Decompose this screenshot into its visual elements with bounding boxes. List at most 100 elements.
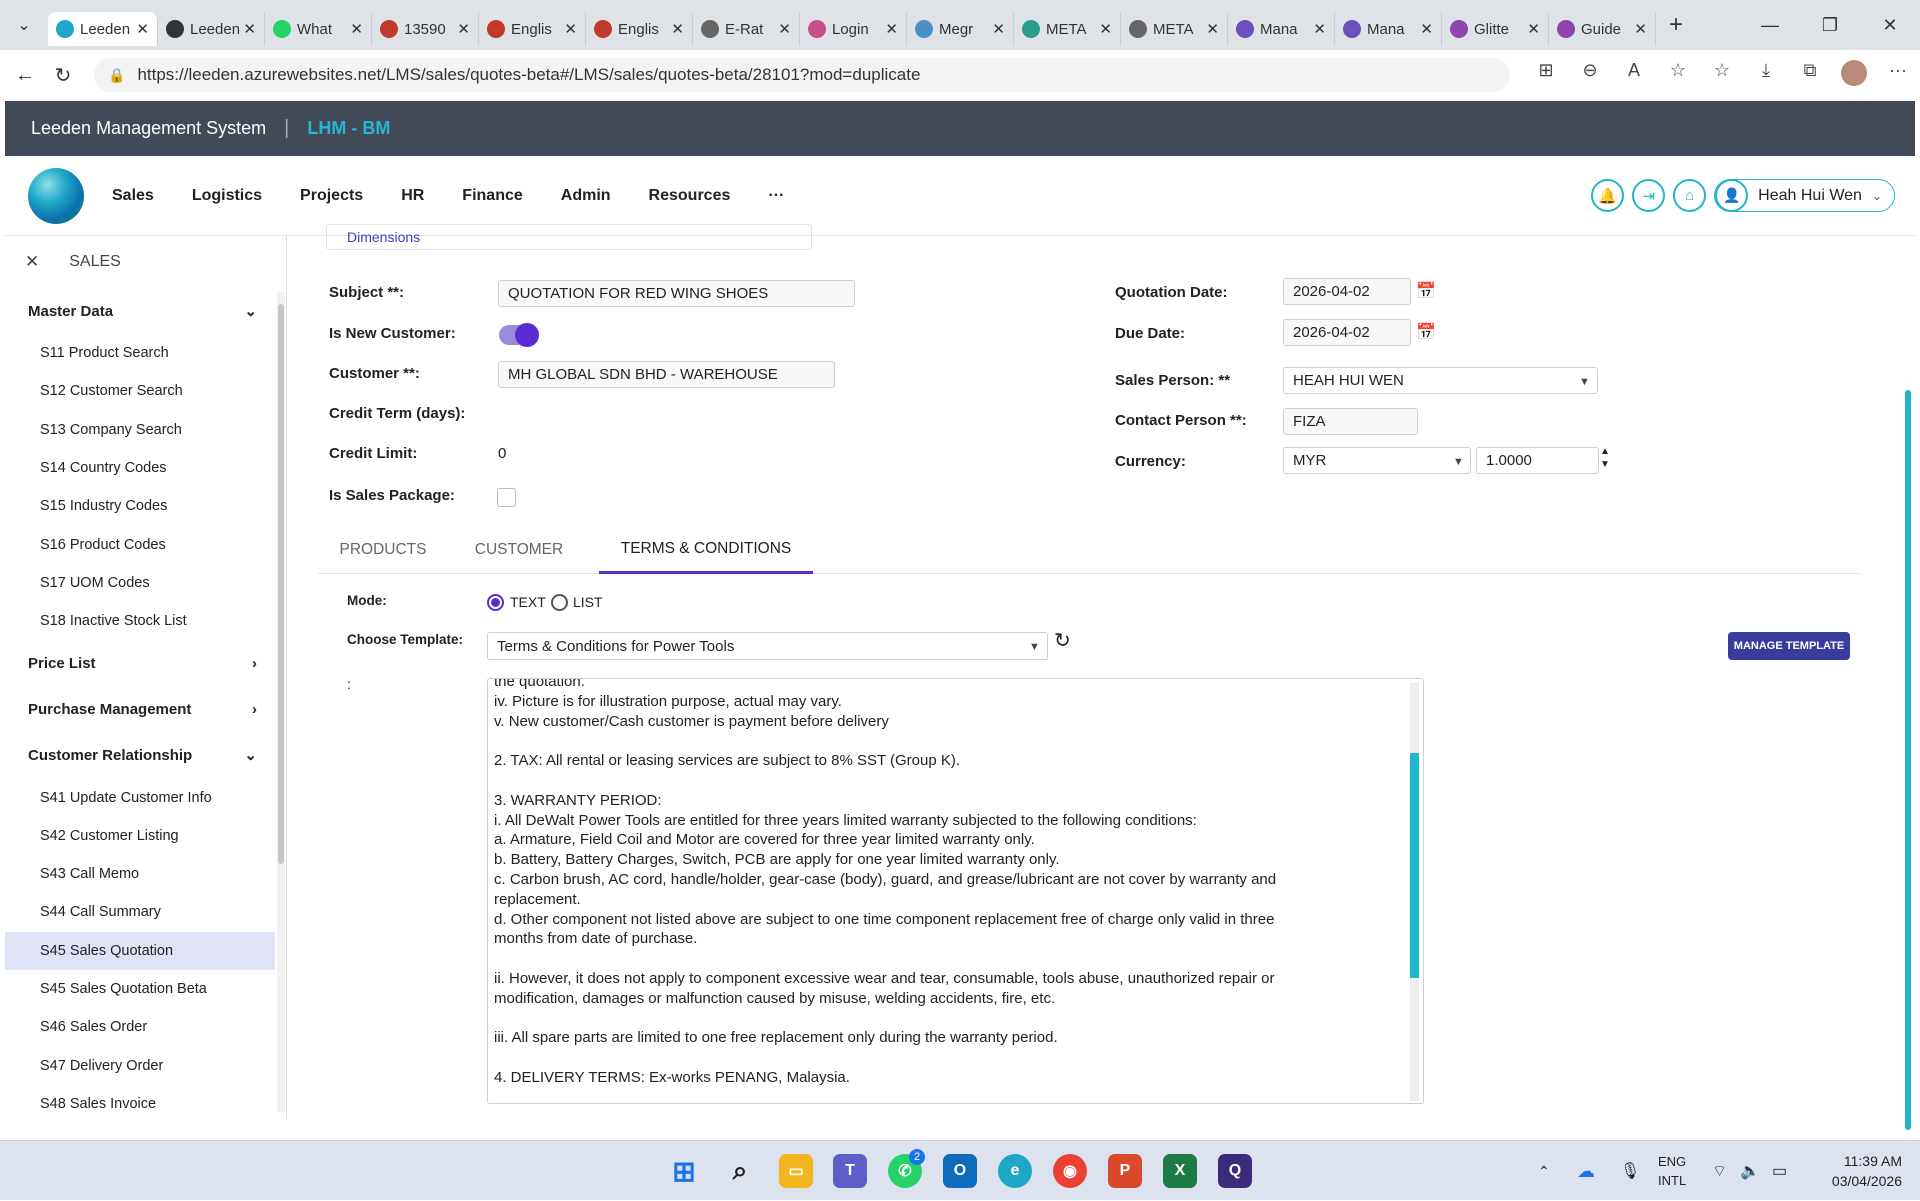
screenshot-icon[interactable]: ⧉: [1788, 60, 1832, 91]
restore-icon[interactable]: ❐: [1800, 15, 1860, 36]
sidebar-item[interactable]: S46 Sales Order: [5, 1008, 275, 1046]
browser-tab[interactable]: Englis ✕: [479, 12, 586, 46]
manage-template-button[interactable]: MANAGE TEMPLATE: [1728, 632, 1850, 660]
browser-tab[interactable]: Mana ✕: [1228, 12, 1335, 46]
favorite-star-icon[interactable]: ☆: [1656, 60, 1700, 91]
sidebar-item[interactable]: S43 Call Memo: [5, 855, 275, 893]
sidebar-item[interactable]: S41 Update Customer Info: [5, 778, 275, 816]
browser-tab[interactable]: Glitte ✕: [1442, 12, 1549, 46]
browser-tab[interactable]: Leeden ✕: [48, 12, 158, 46]
sidebar-item[interactable]: S18 Inactive Stock List: [5, 602, 275, 640]
sidebar-item[interactable]: S13 Company Search: [5, 411, 275, 449]
tab-terms-conditions[interactable]: TERMS & CONDITIONS: [599, 526, 813, 574]
sidebar-item[interactable]: S17 UOM Codes: [5, 564, 275, 602]
sidebar-item[interactable]: S14 Country Codes: [5, 449, 275, 487]
back-arrow-icon[interactable]: ←: [6, 64, 44, 87]
user-menu[interactable]: 👤 Heah Hui Wen ⌄: [1714, 179, 1895, 212]
browser-tab[interactable]: Megr ✕: [907, 12, 1014, 46]
close-tab-icon[interactable]: ✕: [457, 20, 470, 38]
nav-admin[interactable]: Admin: [561, 187, 611, 205]
sidebar-item[interactable]: S47 Delivery Order: [5, 1046, 275, 1084]
quotation-date-input[interactable]: 2026-04-02: [1283, 278, 1411, 305]
terms-scrollbar[interactable]: [1410, 683, 1419, 1101]
microphone-icon[interactable]: 🎙: [1620, 1141, 1640, 1201]
onedrive-icon[interactable]: ☁: [1577, 1141, 1595, 1201]
mode-text-radio[interactable]: [487, 594, 504, 611]
sidebar-item[interactable]: S48 Sales Invoice: [5, 1085, 275, 1120]
browser-tab[interactable]: Guide ✕: [1549, 12, 1656, 46]
logout-icon[interactable]: ⇥: [1632, 179, 1666, 212]
browser-menu-icon[interactable]: ···: [1876, 60, 1920, 91]
tab-customer[interactable]: CUSTOMER: [448, 526, 590, 574]
sidebar-item[interactable]: S45 Sales Quotation Beta: [5, 970, 275, 1008]
show-hidden-icons-icon[interactable]: ⌃: [1538, 1141, 1550, 1201]
zoom-icon[interactable]: ⊖: [1568, 60, 1612, 91]
calendar-icon[interactable]: 📅: [1416, 281, 1436, 301]
sidebar-section[interactable]: Customer Relationship ⌄: [5, 732, 275, 778]
close-tab-icon[interactable]: ✕: [1634, 20, 1647, 38]
nav-logistics[interactable]: Logistics: [192, 187, 262, 205]
system-clock[interactable]: 11:39 AM 03/04/2026: [1832, 1151, 1902, 1191]
spinner-arrows-icon[interactable]: ▲ ▼: [1600, 445, 1610, 471]
close-tab-icon[interactable]: ✕: [778, 20, 791, 38]
close-tab-icon[interactable]: ✕: [1527, 20, 1540, 38]
home-icon[interactable]: ⌂: [1673, 179, 1707, 212]
sales-person-select[interactable]: HEAH HUI WEN: [1283, 367, 1598, 394]
close-tab-icon[interactable]: ✕: [1313, 20, 1326, 38]
mode-list-label[interactable]: LIST: [573, 594, 603, 610]
app-icon[interactable]: Q: [1218, 1154, 1252, 1188]
nav-projects[interactable]: Projects: [300, 187, 363, 205]
terms-textarea[interactable]: the quotation. iv. Picture is for illust…: [487, 678, 1424, 1104]
browser-tab[interactable]: Englis ✕: [586, 12, 693, 46]
close-tab-icon[interactable]: ✕: [564, 20, 577, 38]
sidebar-section[interactable]: Purchase Management ›: [5, 686, 275, 732]
currency-select[interactable]: MYR: [1283, 447, 1471, 474]
dimensions-dropdown[interactable]: Dimensions: [326, 224, 812, 250]
nav-resources[interactable]: Resources: [649, 187, 731, 205]
outlook-icon[interactable]: O: [943, 1154, 977, 1188]
nav-hr[interactable]: HR: [401, 187, 424, 205]
customer-input[interactable]: MH GLOBAL SDN BHD - WAREHOUSE: [498, 361, 835, 388]
close-sidebar-icon[interactable]: ✕: [25, 252, 39, 272]
close-tab-icon[interactable]: ✕: [1206, 20, 1219, 38]
template-select[interactable]: Terms & Conditions for Power Tools: [487, 632, 1048, 660]
site-info-icon[interactable]: 🔒: [108, 67, 125, 84]
mode-text-label[interactable]: TEXT: [510, 594, 546, 610]
mode-list-radio[interactable]: [551, 594, 568, 611]
due-date-input[interactable]: 2026-04-02: [1283, 319, 1411, 346]
url-field[interactable]: 🔒 https://leeden.azurewebsites.net/LMS/s…: [94, 58, 1510, 92]
nav-finance[interactable]: Finance: [462, 187, 522, 205]
sidebar-item[interactable]: S44 Call Summary: [5, 893, 275, 931]
new-tab-button[interactable]: +: [1656, 11, 1696, 39]
chrome-icon[interactable]: ◉: [1053, 1154, 1087, 1188]
downloads-icon[interactable]: ⤓: [1744, 60, 1788, 91]
browser-tab[interactable]: Leeden ✕: [158, 12, 265, 46]
reload-icon[interactable]: ↻: [44, 63, 82, 88]
browser-tab[interactable]: 13590 ✕: [372, 12, 479, 46]
teams-icon[interactable]: T: [833, 1154, 867, 1188]
sidebar-item[interactable]: S16 Product Codes: [5, 525, 275, 563]
sidebar-item[interactable]: S12 Customer Search: [5, 372, 275, 410]
sidebar-item[interactable]: S15 Industry Codes: [5, 487, 275, 525]
close-tab-icon[interactable]: ✕: [350, 20, 363, 38]
nav-more[interactable]: ···: [768, 187, 784, 205]
notification-bell-icon[interactable]: 🔔: [1591, 179, 1625, 212]
browser-tab[interactable]: Login ✕: [800, 12, 907, 46]
browser-tab[interactable]: What ✕: [265, 12, 372, 46]
app-available-icon[interactable]: ⊞: [1524, 60, 1568, 91]
close-window-icon[interactable]: ✕: [1860, 15, 1920, 36]
sidebar-item[interactable]: S42 Customer Listing: [5, 817, 275, 855]
nav-sales[interactable]: Sales: [112, 187, 154, 205]
close-tab-icon[interactable]: ✕: [671, 20, 684, 38]
wifi-icon[interactable]: ⌔: [1712, 1141, 1727, 1201]
close-tab-icon[interactable]: ✕: [1099, 20, 1112, 38]
browser-tab[interactable]: E-Rat ✕: [693, 12, 800, 46]
sidebar-item[interactable]: S11 Product Search: [5, 334, 275, 372]
windows-start-icon[interactable]: ⊞: [667, 1154, 701, 1188]
contact-person-input[interactable]: FIZA: [1283, 408, 1418, 435]
tab-list-chevron-icon[interactable]: ⌄: [0, 0, 48, 50]
excel-icon[interactable]: X: [1163, 1154, 1197, 1188]
file-explorer-icon[interactable]: ▭: [779, 1154, 813, 1188]
favorites-icon[interactable]: ☆: [1700, 60, 1744, 91]
close-tab-icon[interactable]: ✕: [243, 20, 256, 38]
